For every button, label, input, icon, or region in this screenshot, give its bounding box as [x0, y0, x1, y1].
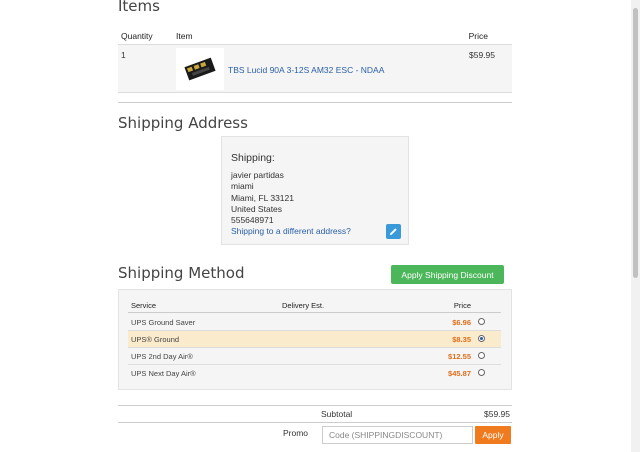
apply-promo-button[interactable]: Apply [475, 426, 511, 444]
divider [118, 422, 512, 423]
shipping-address-title: Shipping Address [118, 114, 248, 132]
address-name: javier partidas [231, 170, 284, 180]
price-header: Price [453, 301, 471, 310]
shipping-radio[interactable] [478, 352, 485, 359]
product-thumbnail[interactable] [176, 48, 224, 90]
service-price: $8.35 [452, 335, 471, 344]
shipping-option[interactable]: UPS 2nd Day Air® $12.55 [128, 348, 501, 365]
shipping-label: Shipping: [231, 152, 275, 164]
address-country: United States [231, 204, 283, 214]
service-header: Service [131, 301, 157, 310]
shipping-option[interactable]: UPS Ground Saver $6.96 [128, 314, 501, 331]
shipping-radio[interactable] [478, 369, 485, 376]
divider [118, 405, 512, 406]
service-price: $12.55 [448, 352, 471, 361]
item-header: Item [176, 31, 193, 41]
shipping-header-row: Service Delivery Est. Price [128, 299, 501, 313]
pencil-icon [389, 228, 397, 236]
shipping-option[interactable]: UPS Next Day Air® $45.87 [128, 365, 501, 381]
delivery-header: Delivery Est. [282, 301, 325, 310]
shipping-option[interactable]: UPS® Ground $8.35 [128, 331, 501, 348]
items-header-row: Quantity Item Price [118, 28, 512, 45]
esc-board-icon [184, 57, 216, 81]
item-quantity: 1 [121, 50, 126, 60]
address-phone: 555648971 [231, 215, 274, 225]
service-name: UPS® Ground [131, 335, 180, 344]
subtotal-value: $59.95 [484, 409, 510, 419]
shipping-radio[interactable] [478, 318, 485, 325]
items-title: Items [118, 0, 160, 15]
shipping-radio[interactable] [478, 335, 485, 342]
promo-label: Promo [283, 428, 309, 438]
items-table: Quantity Item Price 1 TBS Lucid 90A 3-12… [118, 28, 512, 93]
service-name: UPS Ground Saver [131, 318, 196, 327]
address-city: Miami, FL 33121 [231, 193, 294, 203]
scrollbar-thumb[interactable] [633, 8, 638, 278]
different-address-link[interactable]: Shipping to a different address? [231, 226, 351, 236]
edit-address-button[interactable] [386, 224, 401, 239]
address-line: miami [231, 181, 254, 191]
service-price: $45.87 [448, 369, 471, 378]
shipping-method-title: Shipping Method [118, 264, 245, 282]
shipping-address-card: Shipping: javier partidas miami Miami, F… [221, 136, 409, 245]
divider [118, 102, 512, 103]
service-price: $6.96 [452, 318, 471, 327]
subtotal-label: Subtotal [321, 409, 353, 419]
table-row: 1 TBS Lucid 90A 3-12S AM32 ESC - NDAA $5… [118, 45, 512, 93]
service-name: UPS 2nd Day Air® [131, 352, 193, 361]
promo-code-input[interactable]: Code (SHIPPINGDISCOUNT) [322, 426, 473, 444]
price-header: Price [468, 31, 488, 41]
quantity-header: Quantity [121, 31, 153, 41]
shipping-method-panel: Service Delivery Est. Price UPS Ground S… [118, 289, 512, 390]
item-price: $59.95 [469, 50, 495, 60]
product-link[interactable]: TBS Lucid 90A 3-12S AM32 ESC - NDAA [228, 65, 384, 75]
page-scrollbar[interactable] [631, 0, 640, 452]
apply-shipping-discount-button[interactable]: Apply Shipping Discount [391, 265, 504, 284]
service-name: UPS Next Day Air® [131, 369, 196, 378]
